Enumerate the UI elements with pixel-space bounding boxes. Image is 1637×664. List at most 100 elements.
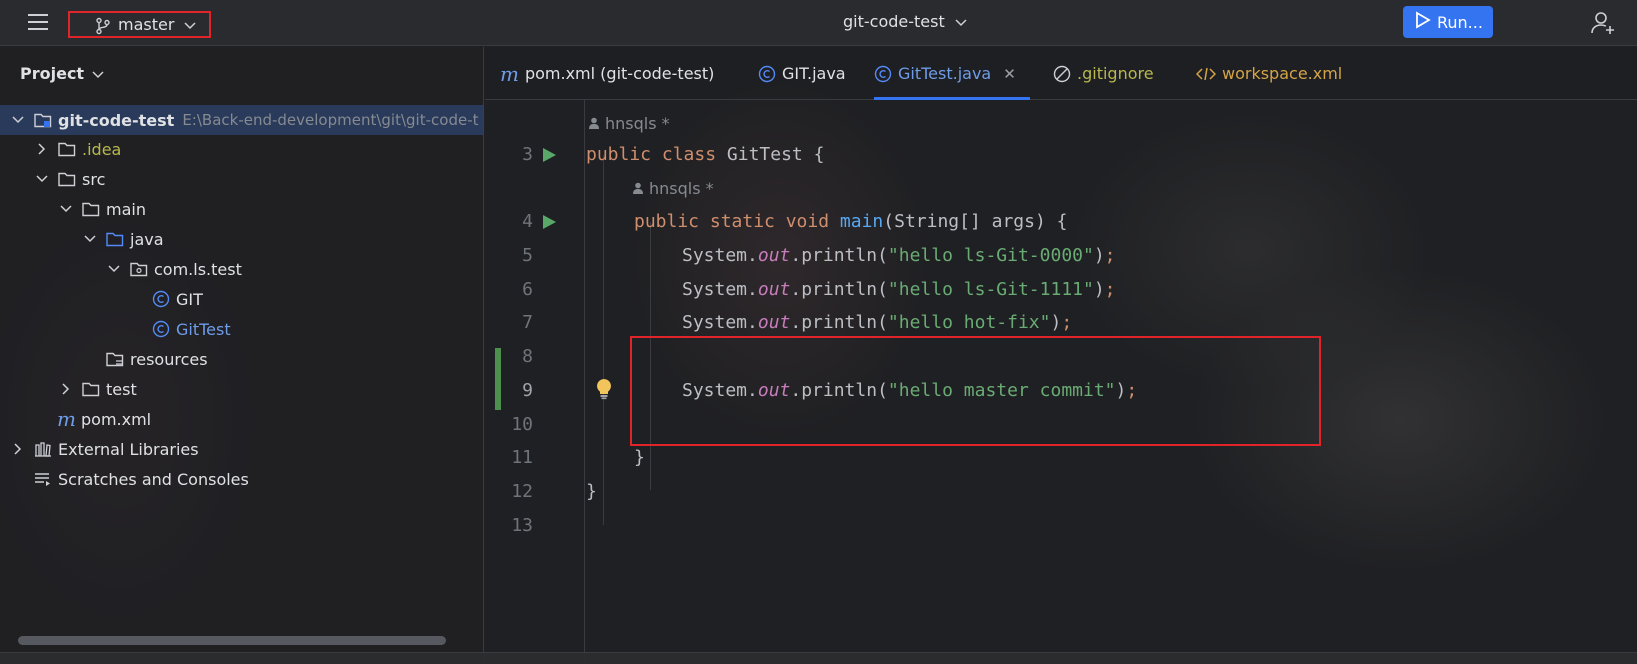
project-path: E:\Back-end-development\git\git-code-t (182, 111, 479, 129)
author-hint-text: hnsqls * (605, 114, 670, 133)
source-folder-icon (106, 231, 124, 247)
author-hint[interactable]: hnsqls * (633, 179, 714, 198)
tab-gitignore[interactable]: .gitignore (1053, 47, 1154, 100)
run-button-label: Run... (1437, 12, 1483, 32)
line-number: 11 (511, 447, 533, 468)
folder-icon (82, 381, 100, 397)
user-icon (633, 179, 643, 198)
annotation-highlight-box (630, 336, 1321, 446)
chevron-down-icon (92, 64, 104, 83)
panel-title: Project (20, 64, 85, 83)
line-number: 5 (522, 245, 533, 266)
tree-item-label: pom.xml (81, 409, 152, 429)
module-folder-icon (34, 112, 52, 128)
tab-workspace-xml[interactable]: workspace.xml (1196, 47, 1342, 100)
project-name: git-code-test (843, 12, 945, 31)
tab-pom-xml[interactable]: m pom.xml (git-code-test) (500, 47, 714, 100)
tab-git-java[interactable]: GIT.java (758, 47, 846, 100)
class-icon (152, 320, 170, 338)
tree-item-label: Scratches and Consoles (58, 469, 249, 489)
tree-item-resources[interactable]: resources (106, 344, 208, 374)
line-number: 4 (522, 211, 533, 232)
tree-item-scratches[interactable]: Scratches and Consoles (34, 464, 249, 494)
tree-item-label: src (82, 169, 106, 189)
editor-tabs: m pom.xml (git-code-test) GIT.java GitTe… (485, 47, 1637, 100)
chevron-down-icon (184, 15, 196, 34)
chevron-down-icon (955, 12, 967, 31)
author-hint-text: hnsqls * (649, 179, 714, 198)
tree-item-main[interactable]: main (58, 194, 146, 224)
package-icon (130, 261, 148, 277)
code-line-12: } (586, 481, 597, 502)
project-panel: Project git-code-test E:\Back-end-develo… (0, 47, 484, 664)
line-number: 10 (511, 414, 533, 435)
tree-item-label: resources (130, 349, 208, 369)
code-line-7: System.out.println("hello hot-fix"); (682, 312, 1073, 333)
chevron-right-icon[interactable] (34, 141, 50, 157)
code-line-5: System.out.println("hello ls-Git-0000"); (682, 245, 1116, 266)
author-hint[interactable]: hnsqls * (589, 114, 670, 133)
lightbulb-icon[interactable] (595, 378, 613, 405)
code-line-11: } (634, 447, 645, 468)
play-icon (1415, 11, 1431, 33)
tree-item-label: java (130, 229, 164, 249)
tree-item-git-class[interactable]: GIT (152, 284, 203, 314)
chevron-down-icon[interactable] (34, 171, 50, 187)
add-user-icon[interactable] (1590, 10, 1616, 40)
project-selector[interactable]: git-code-test (843, 12, 967, 31)
tree-item-src[interactable]: src (34, 164, 105, 194)
maven-icon: m (500, 61, 519, 86)
tree-item-label: GitTest (176, 319, 231, 339)
code-line-6: System.out.println("hello ls-Git-1111"); (682, 279, 1116, 300)
horizontal-scrollbar[interactable] (18, 636, 446, 645)
scratches-icon (34, 471, 52, 487)
maven-icon: m (57, 407, 76, 431)
tree-item-label: External Libraries (58, 439, 199, 459)
tree-item-label: GIT (176, 289, 203, 309)
line-number: 3 (522, 144, 533, 165)
chevron-down-icon[interactable] (10, 112, 26, 128)
run-button[interactable]: Run... (1403, 6, 1493, 38)
tree-item-package[interactable]: com.ls.test (106, 254, 242, 284)
main-menu-icon[interactable] (28, 13, 50, 31)
tree-item-label: test (106, 379, 137, 399)
run-gutter-icon[interactable] (541, 214, 557, 235)
tree-item-gittest-class[interactable]: GitTest (152, 314, 231, 344)
library-icon (34, 441, 52, 457)
tree-item-test[interactable]: test (58, 374, 137, 404)
code-line-3: public class GitTest { (586, 144, 825, 165)
tree-item-label: git-code-test (58, 110, 175, 130)
chevron-down-icon[interactable] (82, 231, 98, 247)
code-line-4: public static void main(String[] args) { (634, 211, 1068, 232)
class-icon (874, 65, 892, 83)
tree-item-idea[interactable]: .idea (34, 134, 121, 164)
folder-icon (58, 171, 76, 187)
tree-item-git-code-test[interactable]: git-code-test E:\Back-end-development\gi… (0, 105, 484, 135)
run-gutter-icon[interactable] (541, 147, 557, 168)
line-number: 9 (522, 380, 533, 401)
line-number: 7 (522, 312, 533, 333)
tab-label: pom.xml (git-code-test) (524, 64, 715, 83)
tab-label: GitTest.java (898, 64, 992, 83)
class-icon (758, 65, 776, 83)
chevron-down-icon[interactable] (106, 261, 122, 277)
chevron-right-icon[interactable] (58, 381, 74, 397)
tree-item-external-libraries[interactable]: External Libraries (10, 434, 199, 464)
branch-name: master (118, 15, 175, 34)
tab-gittest-java[interactable]: GitTest.java ✕ (874, 47, 1030, 100)
close-icon[interactable]: ✕ (1003, 65, 1016, 83)
tree-item-label: com.ls.test (154, 259, 242, 279)
line-number: 13 (511, 515, 533, 536)
git-branch-icon (95, 17, 111, 39)
tree-item-pom[interactable]: m pom.xml (57, 404, 151, 434)
folder-icon (82, 201, 100, 217)
branch-selector[interactable]: master (68, 11, 211, 38)
chevron-down-icon[interactable] (58, 201, 74, 217)
tab-label: .gitignore (1077, 64, 1154, 83)
project-panel-header[interactable]: Project (20, 64, 104, 83)
chevron-right-icon[interactable] (10, 441, 26, 457)
tree-item-label: main (106, 199, 146, 219)
tree-item-label: .idea (82, 139, 122, 159)
tree-item-java[interactable]: java (82, 224, 164, 254)
line-number: 8 (522, 346, 533, 367)
